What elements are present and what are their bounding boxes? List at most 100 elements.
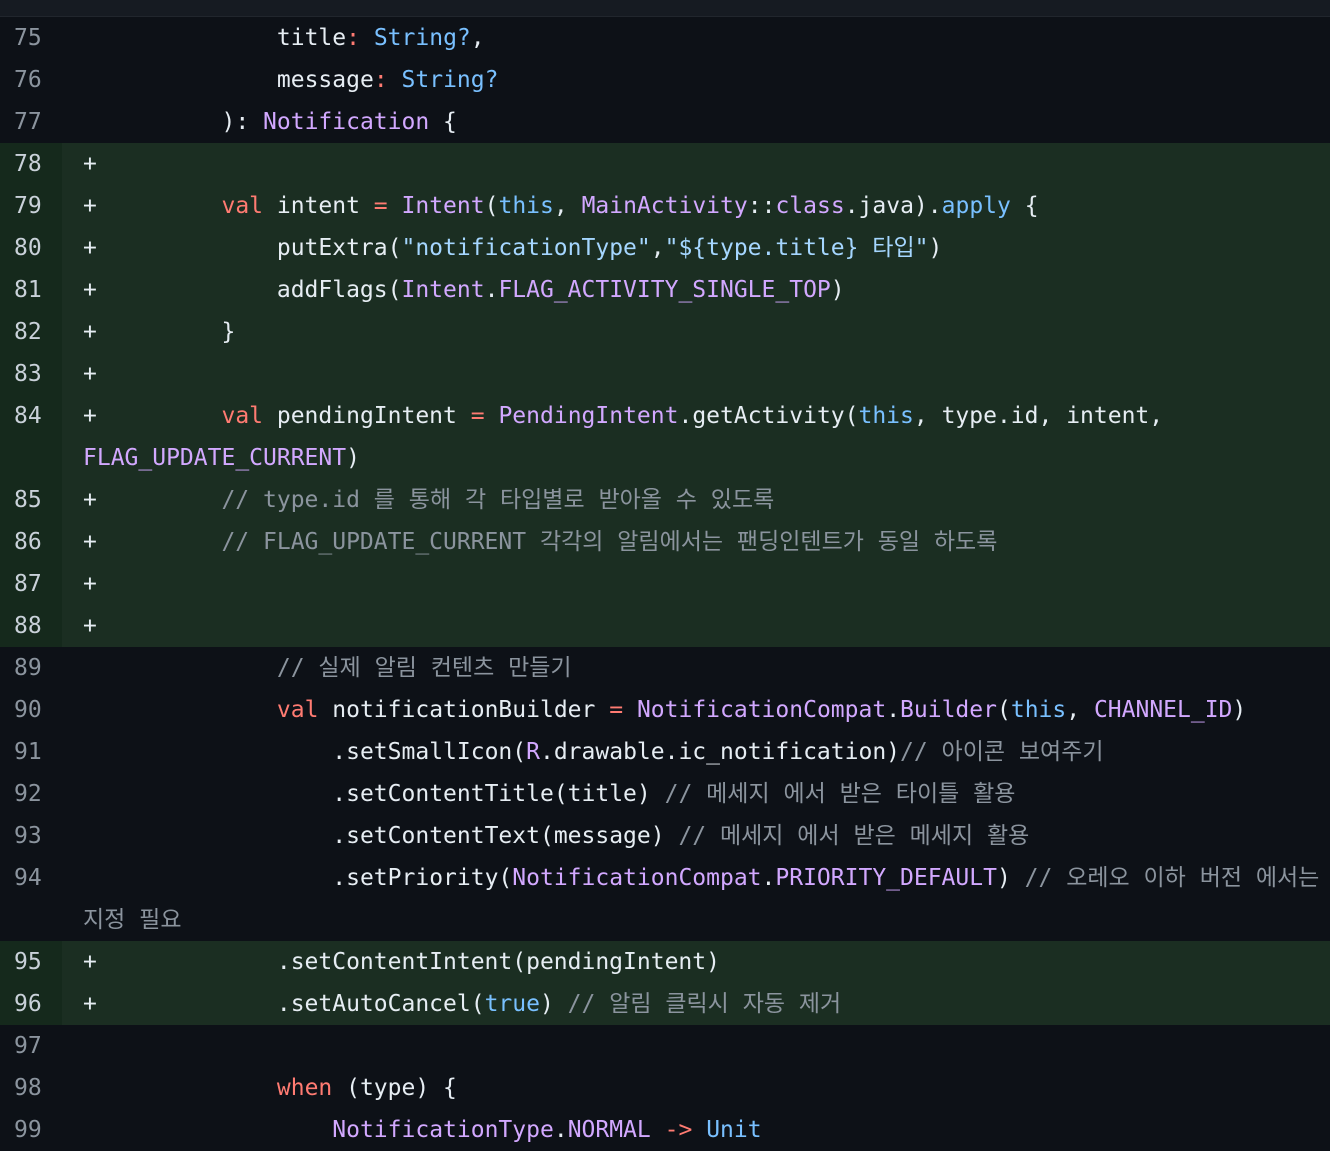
- line-number[interactable]: 99: [0, 1109, 62, 1151]
- line-number[interactable]: 91: [0, 731, 62, 773]
- code-token: addFlags(: [110, 277, 402, 303]
- code-content: + // FLAG_UPDATE_CURRENT 각각의 알림에서는 팬딩인텐트…: [62, 521, 1330, 563]
- code-token: .: [484, 277, 499, 303]
- code-token: true: [484, 991, 540, 1017]
- code-token: pendingIntent: [263, 403, 471, 429]
- code-token: R: [526, 739, 540, 765]
- code-token: ,: [650, 235, 665, 261]
- code-token: .setAutoCancel(: [110, 991, 485, 1017]
- code-content: + // type.id 를 통해 각 타입별로 받아올 수 있도록: [62, 479, 1330, 521]
- code-content: ): Notification {: [62, 101, 1330, 143]
- diff-line: 98 when (type) {: [0, 1067, 1330, 1109]
- line-number[interactable]: 96: [0, 983, 62, 1025]
- code-token: FLAG_UPDATE_CURRENT: [83, 445, 347, 471]
- line-number[interactable]: 94: [0, 857, 62, 941]
- line-number[interactable]: 97: [0, 1025, 62, 1067]
- code-token: // 실제 알림 컨텐츠 만들기: [110, 655, 572, 681]
- code-token: (: [996, 697, 1011, 723]
- code-token: ->: [664, 1117, 693, 1143]
- line-number[interactable]: 80: [0, 227, 62, 269]
- code-token: apply: [941, 193, 1011, 219]
- code-token: ): [996, 865, 1025, 891]
- code-content: +: [62, 605, 1330, 647]
- code-content: + val pendingIntent = PendingIntent.getA…: [62, 395, 1330, 479]
- diff-line-added: 80 + putExtra("notificationType","${type.…: [0, 227, 1330, 269]
- code-content: .setPriority(NotificationCompat.PRIORITY…: [62, 857, 1330, 941]
- added-marker: +: [83, 319, 97, 345]
- line-number[interactable]: 92: [0, 773, 62, 815]
- diff-line-added: 79 + val intent = Intent(this, MainActivi…: [0, 185, 1330, 227]
- code-token: MainActivity: [581, 193, 748, 219]
- code-content: +: [62, 143, 1330, 185]
- code-token: val: [221, 193, 264, 219]
- line-number[interactable]: 93: [0, 815, 62, 857]
- added-marker: +: [83, 193, 97, 219]
- diff-line-added: 85 + // type.id 를 통해 각 타입별로 받아올 수 있도록: [0, 479, 1330, 521]
- added-marker: +: [83, 487, 97, 513]
- code-token: , type.id, intent,: [913, 403, 1177, 429]
- code-token: val: [221, 403, 264, 429]
- added-marker: +: [83, 277, 97, 303]
- code-token: val: [276, 697, 319, 723]
- line-number[interactable]: 87: [0, 563, 62, 605]
- line-number[interactable]: 76: [0, 59, 62, 101]
- line-number[interactable]: 77: [0, 101, 62, 143]
- line-number[interactable]: 81: [0, 269, 62, 311]
- code-token: PRIORITY_DEFAULT: [775, 865, 997, 891]
- code-content: + }: [62, 311, 1330, 353]
- diff-line: 91 .setSmallIcon(R.drawable.ic_notificat…: [0, 731, 1330, 773]
- code-token: PendingIntent: [498, 403, 679, 429]
- code-token: Intent: [401, 193, 485, 219]
- line-number[interactable]: 98: [0, 1067, 62, 1109]
- code-token: ::: [747, 193, 776, 219]
- code-token: this: [1010, 697, 1067, 723]
- code-token: ): [830, 277, 845, 303]
- line-number[interactable]: 90: [0, 689, 62, 731]
- code-content: message: String?: [62, 59, 1330, 101]
- line-number[interactable]: 75: [0, 17, 62, 59]
- code-token: NORMAL: [567, 1117, 651, 1143]
- code-token: // 메세지 에서 받은 타이틀 활용: [664, 781, 1016, 807]
- line-number[interactable]: 88: [0, 605, 62, 647]
- code-content: // 실제 알림 컨텐츠 만들기: [62, 647, 1330, 689]
- code-token: .setContentText(message): [110, 823, 679, 849]
- diff-line-added: 96 + .setAutoCancel(true) // 알림 클릭시 자동 제거: [0, 983, 1330, 1025]
- line-number[interactable]: 83: [0, 353, 62, 395]
- code-token: }: [110, 319, 236, 345]
- code-content: title: String?,: [62, 17, 1330, 59]
- added-marker: +: [83, 949, 97, 975]
- code-token: =: [470, 403, 485, 429]
- line-number[interactable]: 78: [0, 143, 62, 185]
- code-token: String?: [401, 67, 499, 93]
- added-marker: +: [83, 529, 97, 555]
- line-number[interactable]: 86: [0, 521, 62, 563]
- line-number[interactable]: 79: [0, 185, 62, 227]
- code-token: // 아이콘 보여주기: [900, 739, 1104, 765]
- diff-line: 93 .setContentText(message) // 메세지 에서 받은…: [0, 815, 1330, 857]
- diff-line: 89 // 실제 알림 컨텐츠 만들기: [0, 647, 1330, 689]
- code-token: (type) {: [332, 1075, 457, 1101]
- code-content: NotificationType.NORMAL -> Unit: [62, 1109, 1330, 1151]
- added-marker: +: [83, 571, 97, 597]
- code-token: FLAG_ACTIVITY_SINGLE_TOP: [498, 277, 831, 303]
- code-token: .: [886, 697, 901, 723]
- code-token: .setSmallIcon(: [110, 739, 527, 765]
- diff-line: 90 val notificationBuilder = Notificatio…: [0, 689, 1330, 731]
- line-number[interactable]: 84: [0, 395, 62, 479]
- code-content: .setContentText(message) // 메세지 에서 받은 메세…: [62, 815, 1330, 857]
- code-content: + val intent = Intent(this, MainActivity…: [62, 185, 1330, 227]
- added-marker: +: [83, 151, 97, 177]
- code-token: // type.id 를 통해 각 타입별로 받아올 수 있도록: [110, 487, 775, 513]
- diff-line-added: 84 + val pendingIntent = PendingIntent.ge…: [0, 395, 1330, 479]
- line-number[interactable]: 85: [0, 479, 62, 521]
- diff-line-added: 95 + .setContentIntent(pendingIntent): [0, 941, 1330, 983]
- line-number[interactable]: 89: [0, 647, 62, 689]
- diff-line-added: 83 +: [0, 353, 1330, 395]
- line-number[interactable]: 95: [0, 941, 62, 983]
- line-number[interactable]: 82: [0, 311, 62, 353]
